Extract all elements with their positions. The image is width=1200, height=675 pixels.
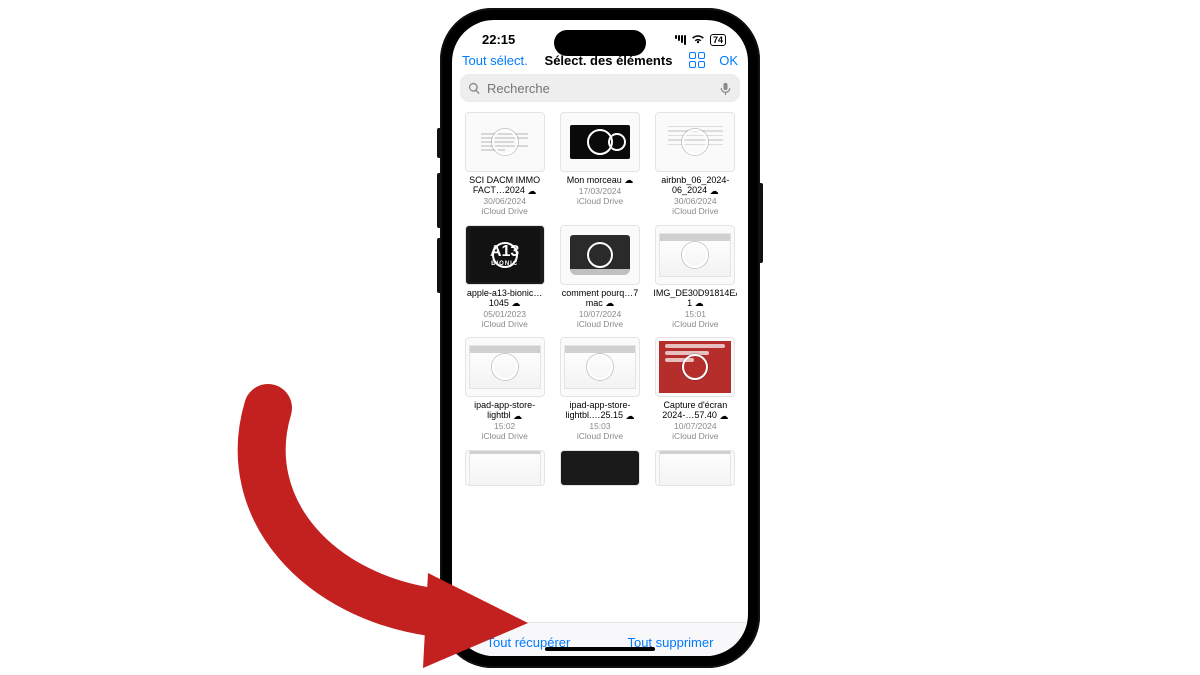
selection-ring-icon [587, 242, 613, 268]
file-thumbnail [465, 112, 545, 172]
file-location: iCloud Drive [672, 431, 718, 441]
file-date: 05/01/2023 [483, 309, 526, 319]
file-name: apple-a13-bionic…1045 [467, 288, 543, 308]
file-item[interactable]: ipad-app-store-lightbl ☁︎ 15:02 iCloud D… [460, 337, 549, 442]
file-item[interactable]: airbnb_06_2024-06_2024 ☁︎ 30/06/2024 iCl… [651, 112, 740, 217]
cloud-download-icon: ☁︎ [513, 411, 522, 421]
file-date: 15:01 [685, 309, 706, 319]
file-thumbnail [655, 225, 735, 285]
file-item[interactable] [555, 450, 644, 486]
file-date: 15:03 [589, 421, 610, 431]
file-location: iCloud Drive [672, 206, 718, 216]
file-location: iCloud Drive [577, 196, 623, 206]
cloud-download-icon: ☁︎ [605, 298, 614, 308]
file-date: 30/06/2024 [674, 196, 717, 206]
file-item[interactable] [460, 450, 549, 486]
mute-switch [437, 128, 440, 158]
file-location: iCloud Drive [482, 319, 528, 329]
file-location: iCloud Drive [482, 206, 528, 216]
file-name: Capture d'écran 2024-…57.40 [662, 400, 727, 420]
file-date: 15:02 [494, 421, 515, 431]
search-field[interactable] [460, 74, 740, 102]
view-grid-icon[interactable] [689, 52, 705, 68]
file-item[interactable]: SCI DACM IMMO FACT…2024 ☁︎ 30/06/2024 iC… [460, 112, 549, 217]
selection-ring-icon [587, 354, 613, 380]
file-thumbnail [560, 337, 640, 397]
file-name: ipad-app-store-lightbl [474, 400, 535, 420]
file-name: airbnb_06_2024-06_2024 [661, 175, 729, 195]
file-name: ipad-app-store-lightbl.…25.15 [565, 400, 630, 420]
file-thumbnail [465, 450, 545, 486]
file-date: 10/07/2024 [579, 309, 622, 319]
selection-ring-icon [682, 242, 708, 268]
screen: 22:15 74 Tout sélect. Sélect. des élémen… [452, 20, 748, 656]
cloud-download-icon: ☁︎ [511, 298, 520, 308]
iphone-device-frame: 22:15 74 Tout sélect. Sélect. des élémen… [440, 8, 760, 668]
volume-down-button [437, 238, 440, 293]
file-thumbnail: A13BIONIC [465, 225, 545, 285]
file-name: comment pourq…7 mac [562, 288, 639, 308]
selection-ring-icon [492, 354, 518, 380]
file-item[interactable]: IMG_DE30D91814EA-1 ☁︎ 15:01 iCloud Drive [651, 225, 740, 330]
files-grid: SCI DACM IMMO FACT…2024 ☁︎ 30/06/2024 iC… [460, 112, 740, 486]
battery-indicator: 74 [710, 34, 726, 46]
dynamic-island [554, 30, 646, 56]
volume-up-button [437, 173, 440, 228]
done-button[interactable]: OK [719, 53, 738, 68]
selection-ring-icon [492, 242, 518, 268]
file-thumbnail [655, 337, 735, 397]
cloud-download-icon: ☁︎ [527, 186, 536, 196]
select-all-button[interactable]: Tout sélect. [462, 53, 528, 68]
files-grid-scroll[interactable]: SCI DACM IMMO FACT…2024 ☁︎ 30/06/2024 iC… [452, 108, 748, 622]
file-location: iCloud Drive [577, 319, 623, 329]
cloud-download-icon: ☁︎ [626, 411, 635, 421]
cloud-download-icon: ☁︎ [624, 175, 633, 185]
file-date: 30/06/2024 [483, 196, 526, 206]
cloud-download-icon: ☁︎ [695, 298, 704, 308]
file-thumbnail [560, 112, 640, 172]
file-item[interactable] [651, 450, 740, 486]
file-name: Mon morceau [567, 175, 622, 185]
selection-ring-icon [492, 129, 518, 155]
wifi-icon [691, 32, 705, 47]
file-date: 17/03/2024 [579, 186, 622, 196]
file-thumbnail [560, 450, 640, 486]
file-item[interactable]: ipad-app-store-lightbl.…25.15 ☁︎ 15:03 i… [555, 337, 644, 442]
file-thumbnail [655, 450, 735, 486]
file-thumbnail [465, 337, 545, 397]
file-location: iCloud Drive [672, 319, 718, 329]
file-item[interactable]: comment pourq…7 mac ☁︎ 10/07/2024 iCloud… [555, 225, 644, 330]
power-button [760, 183, 763, 263]
file-item[interactable]: A13BIONIC apple-a13-bionic…1045 ☁︎ 05/01… [460, 225, 549, 330]
file-thumbnail [655, 112, 735, 172]
file-thumbnail [560, 225, 640, 285]
file-item[interactable]: Mon morceau ☁︎ 17/03/2024 iCloud Drive [555, 112, 644, 217]
status-time: 22:15 [482, 32, 515, 47]
dictate-icon[interactable] [719, 82, 732, 95]
search-input[interactable] [487, 81, 713, 96]
home-indicator [545, 647, 655, 651]
cellular-signal-icon [674, 35, 686, 45]
file-location: iCloud Drive [577, 431, 623, 441]
selection-ring-icon [587, 129, 613, 155]
file-date: 10/07/2024 [674, 421, 717, 431]
search-icon [468, 82, 481, 95]
file-item[interactable]: Capture d'écran 2024-…57.40 ☁︎ 10/07/202… [651, 337, 740, 442]
cloud-download-icon: ☁︎ [710, 186, 719, 196]
file-location: iCloud Drive [482, 431, 528, 441]
cloud-download-icon: ☁︎ [719, 411, 728, 421]
